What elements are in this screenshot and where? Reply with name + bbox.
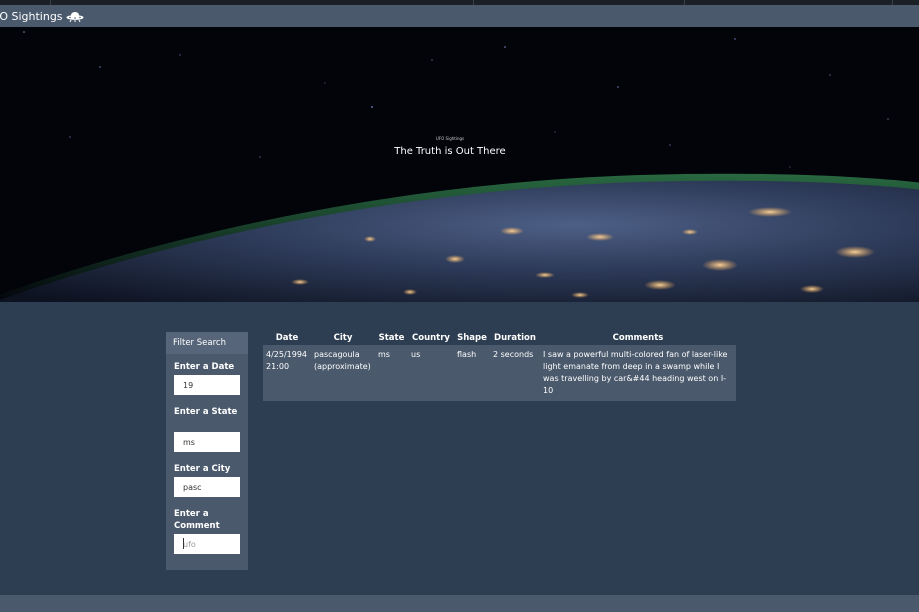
state-label: Enter a State	[174, 407, 238, 417]
navbar: FO Sightings	[0, 5, 919, 27]
ufo-icon	[66, 11, 84, 22]
city-input[interactable]	[174, 477, 240, 497]
comment-label: Enter a Comment	[174, 509, 220, 531]
filter-header: Filter Search	[166, 332, 248, 354]
hero-banner: UFO Sightings The Truth is Out There	[0, 27, 919, 302]
cell-city: pascagoula (approximate)	[311, 345, 375, 401]
date-label: Enter a Date	[174, 362, 235, 372]
header-state: State	[378, 332, 405, 343]
cell-date: 4/25/1994 21:00	[263, 345, 311, 401]
table-header-row: Date City State Country Shape Duration C…	[263, 330, 736, 345]
table-row: 4/25/1994 21:00 pascagoula (approximate)…	[263, 345, 736, 401]
hero-title: The Truth is Out There	[394, 146, 506, 157]
cell-comments: I saw a powerful multi-colored fan of la…	[540, 345, 736, 401]
earth-from-space-image	[0, 27, 919, 302]
results-table: Date City State Country Shape Duration C…	[263, 330, 736, 401]
header-duration: Duration	[494, 332, 536, 343]
cell-shape: flash	[454, 345, 490, 401]
header-city: City	[333, 332, 353, 343]
cell-duration: 2 seconds	[490, 345, 540, 401]
brand-label: FO Sightings	[0, 9, 63, 23]
header-country: Country	[412, 332, 450, 343]
navbar-brand-link[interactable]: FO Sightings	[0, 8, 84, 24]
state-input[interactable]	[174, 432, 240, 452]
text-cursor	[183, 538, 184, 549]
header-date: Date	[275, 332, 299, 343]
date-input[interactable]	[174, 375, 240, 395]
cell-state: ms	[375, 345, 408, 401]
hero-small-text: UFO Sightings	[435, 136, 465, 141]
footer-bar	[0, 595, 919, 612]
city-label: Enter a City	[174, 464, 231, 474]
header-shape: Shape	[457, 332, 487, 343]
header-comments: Comments	[612, 332, 664, 343]
cell-country: us	[408, 345, 454, 401]
